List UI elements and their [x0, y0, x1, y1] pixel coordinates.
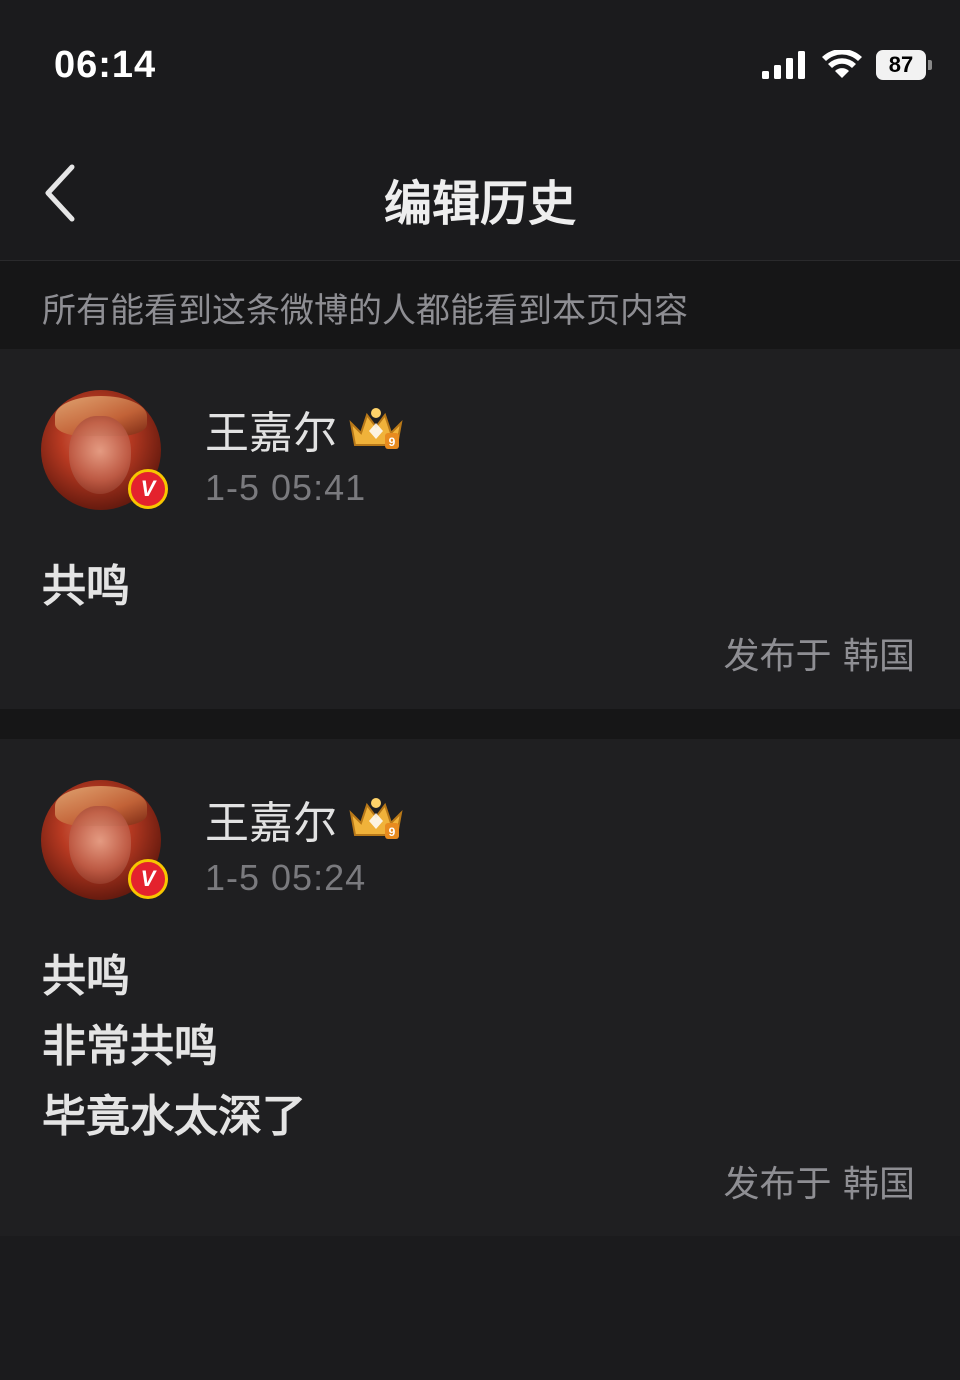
svg-text:9: 9: [389, 435, 396, 449]
wifi-icon: [822, 50, 862, 78]
username-row: 王嘉尔 9: [205, 397, 405, 461]
battery-cap: [928, 60, 932, 70]
post-content: 共鸣: [42, 552, 130, 622]
post-line: 共鸣: [42, 561, 130, 612]
post-line: 共鸣: [42, 951, 130, 1002]
username[interactable]: 王嘉尔: [205, 397, 337, 461]
visibility-notice: 所有能看到这条微博的人都能看到本页内容: [0, 261, 960, 349]
verified-badge: V: [128, 469, 168, 509]
card-divider: [0, 709, 960, 739]
screen: 06:14 87 编辑历史 所有能看到这条微博的人都能看到本页内容 V 王嘉尔 …: [0, 0, 960, 1380]
verified-badge: V: [128, 859, 168, 899]
post-timestamp: 1-5 05:41: [205, 467, 367, 508]
vip-crown-icon: 9: [349, 798, 403, 839]
post-line: 毕竟水太深了: [42, 1091, 306, 1142]
post-location: 发布于 韩国: [723, 636, 915, 677]
status-icons: 87: [762, 50, 932, 80]
edit-version-card: V 王嘉尔 9 1-5 05:24 共鸣 非常共鸣 毕竟水太深了 发布于 韩国: [0, 739, 960, 1236]
post-line: 非常共鸣: [42, 1021, 218, 1072]
username-row: 王嘉尔 9: [205, 787, 405, 851]
svg-text:9: 9: [389, 825, 396, 839]
post-location: 发布于 韩国: [723, 1164, 915, 1205]
page-title: 编辑历史: [383, 176, 576, 232]
post-timestamp: 1-5 05:24: [205, 857, 367, 898]
battery-indicator: 87: [876, 50, 932, 80]
nav-bar: 编辑历史: [0, 130, 960, 261]
notice-text: 所有能看到这条微博的人都能看到本页内容: [42, 291, 688, 331]
post-content: 共鸣 非常共鸣 毕竟水太深了: [42, 942, 306, 1152]
cellular-signal-icon: [762, 51, 805, 79]
vip-crown-icon: 9: [349, 408, 403, 449]
edit-version-card: V 王嘉尔 9 1-5 05:41 共鸣 发布于 韩国: [0, 349, 960, 709]
battery-level: 87: [876, 50, 926, 80]
status-bar: 06:14 87: [0, 0, 960, 130]
status-time: 06:14: [54, 44, 157, 86]
username[interactable]: 王嘉尔: [205, 787, 337, 851]
